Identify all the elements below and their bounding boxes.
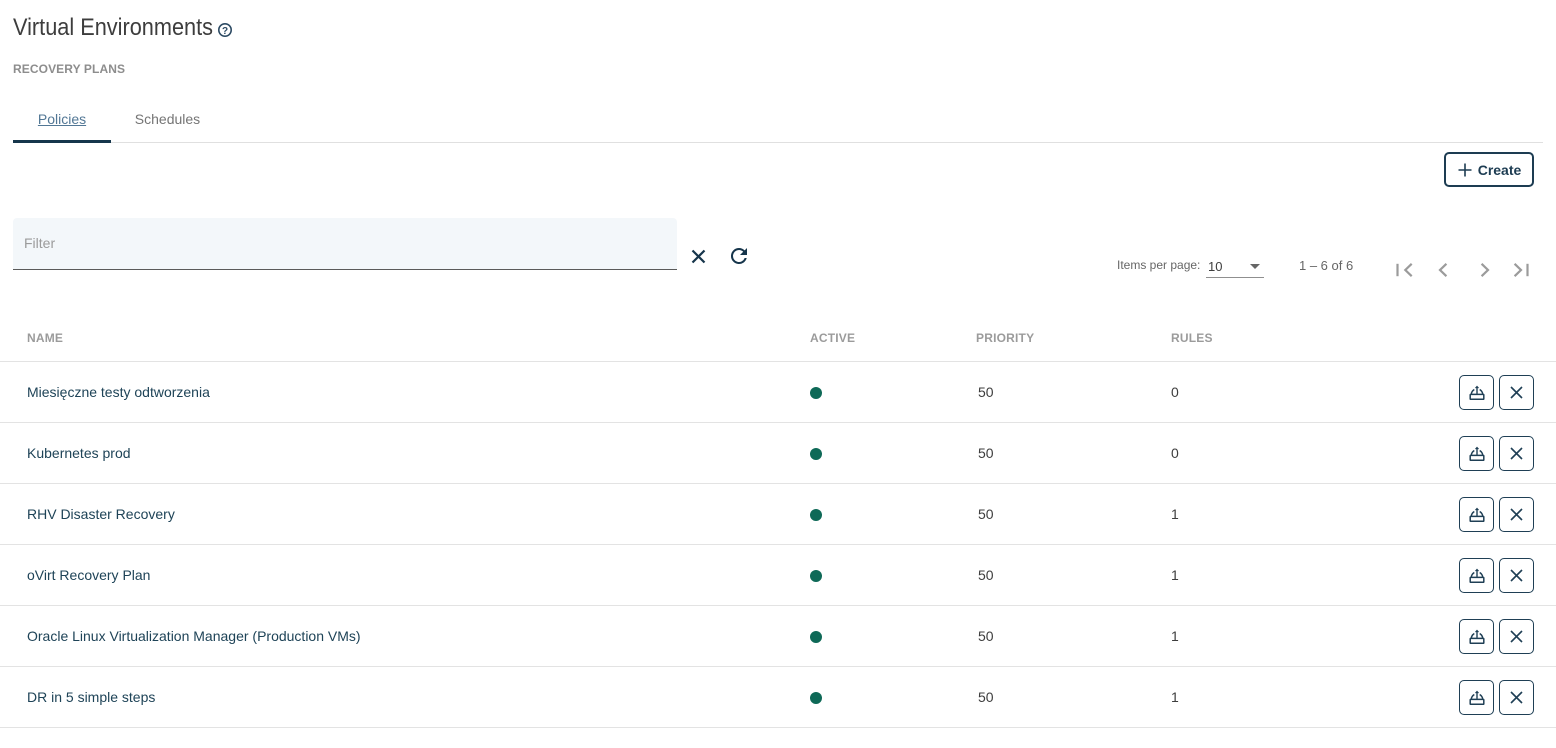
svg-text:?: ?	[221, 26, 227, 37]
